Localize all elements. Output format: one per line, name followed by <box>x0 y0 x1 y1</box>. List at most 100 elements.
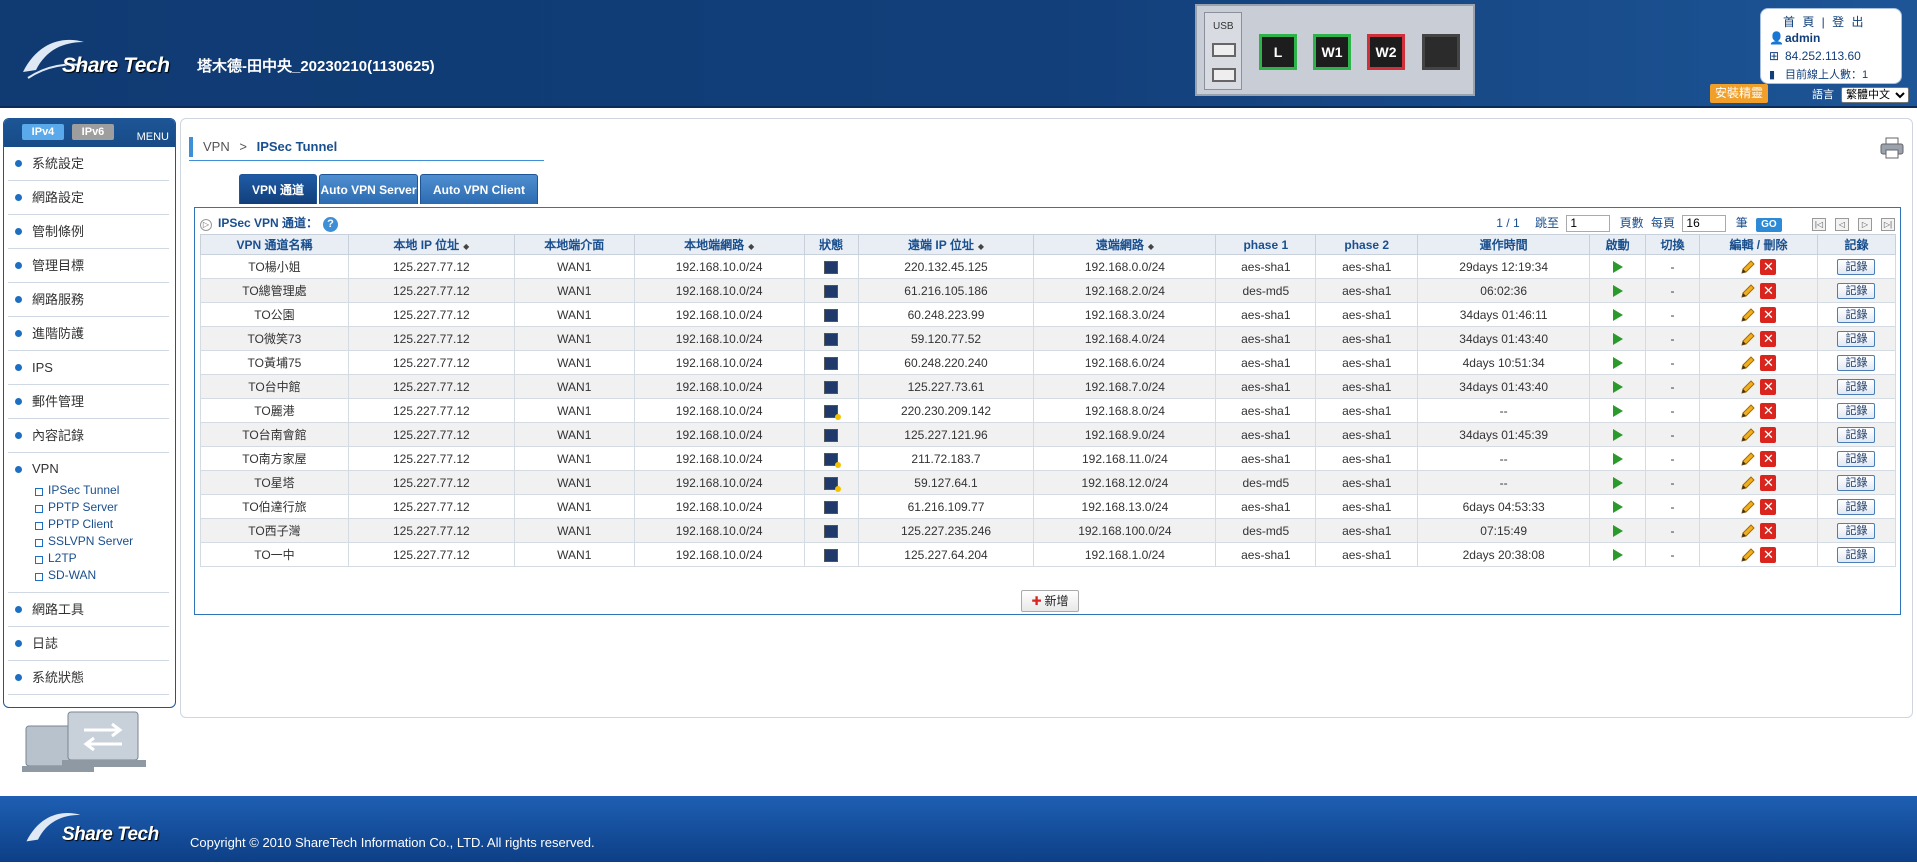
delete-icon[interactable]: ✕ <box>1760 258 1777 275</box>
sidebar-item-vpn[interactable]: VPN IPSec Tunnel PPTP Server PPTP Client… <box>8 453 169 593</box>
sidebar-item-content-log[interactable]: 內容記錄 <box>8 419 169 453</box>
print-icon[interactable] <box>1880 137 1904 159</box>
sidebar-item-network-tools[interactable]: 網路工具 <box>8 593 169 627</box>
delete-icon[interactable]: ✕ <box>1760 522 1777 539</box>
log-button[interactable]: 記錄 <box>1837 522 1876 539</box>
delete-icon[interactable]: ✕ <box>1760 546 1777 563</box>
col-local-interface[interactable]: 本地端介面 <box>513 234 635 255</box>
delete-icon[interactable]: ✕ <box>1760 306 1777 323</box>
start-play-icon[interactable] <box>1612 381 1623 394</box>
edit-pencil-icon[interactable] <box>1740 475 1756 491</box>
delete-icon[interactable]: ✕ <box>1760 402 1777 419</box>
sidebar-item-logs[interactable]: 日誌 <box>8 627 169 661</box>
sort-icon[interactable]: ◆ <box>978 242 984 251</box>
delete-icon[interactable]: ✕ <box>1760 498 1777 515</box>
sharetech-logo[interactable]: Share Tech <box>18 32 178 84</box>
start-play-icon[interactable] <box>1612 405 1623 418</box>
col-remote-ip[interactable]: 遠端 IP 位址 ◆ <box>857 234 1035 255</box>
start-play-icon[interactable] <box>1612 525 1623 538</box>
language-select[interactable]: 繁體中文 <box>1841 87 1910 103</box>
sidebar-item-ips[interactable]: IPS <box>8 351 169 385</box>
sidebar-item-mail[interactable]: 郵件管理 <box>8 385 169 419</box>
log-button[interactable]: 記錄 <box>1837 402 1876 419</box>
sidebar-item-system-status[interactable]: 系統狀態 <box>8 661 169 695</box>
delete-icon[interactable]: ✕ <box>1760 450 1777 467</box>
sort-icon[interactable]: ◆ <box>1148 242 1154 251</box>
start-play-icon[interactable] <box>1612 453 1623 466</box>
sidebar-item-services[interactable]: 網路服務 <box>8 283 169 317</box>
submenu-pptp-client[interactable]: PPTP Client <box>32 516 169 533</box>
delete-icon[interactable]: ✕ <box>1760 282 1777 299</box>
sidebar-item-advanced-protection[interactable]: 進階防護 <box>8 317 169 351</box>
edit-pencil-icon[interactable] <box>1740 307 1756 323</box>
start-play-icon[interactable] <box>1612 261 1623 274</box>
edit-pencil-icon[interactable] <box>1740 499 1756 515</box>
first-page-icon[interactable]: |◁ <box>1812 218 1826 231</box>
ipv6-tab[interactable]: IPv6 <box>72 124 114 140</box>
submenu-sd-wan[interactable]: SD-WAN <box>32 567 169 584</box>
log-button[interactable]: 記錄 <box>1837 546 1876 563</box>
submenu-ipsec-tunnel[interactable]: IPSec Tunnel <box>32 482 169 499</box>
log-button[interactable]: 記錄 <box>1837 450 1876 467</box>
submenu-pptp-server[interactable]: PPTP Server <box>32 499 169 516</box>
edit-pencil-icon[interactable] <box>1740 451 1756 467</box>
start-play-icon[interactable] <box>1612 357 1623 370</box>
log-button[interactable]: 記錄 <box>1837 258 1876 275</box>
breadcrumb-parent[interactable]: VPN <box>203 139 230 154</box>
col-remote-network[interactable]: 遠端網路 ◆ <box>1033 234 1217 255</box>
submenu-sslvpn-server[interactable]: SSLVPN Server <box>32 533 169 550</box>
edit-pencil-icon[interactable] <box>1740 379 1756 395</box>
submenu-l2tp[interactable]: L2TP <box>32 550 169 567</box>
log-button[interactable]: 記錄 <box>1837 378 1876 395</box>
edit-pencil-icon[interactable] <box>1740 427 1756 443</box>
edit-pencil-icon[interactable] <box>1740 523 1756 539</box>
sort-icon[interactable]: ◆ <box>748 242 754 251</box>
edit-pencil-icon[interactable] <box>1740 259 1756 275</box>
help-icon[interactable]: ? <box>323 217 339 232</box>
sidebar-item-vpn-label[interactable]: VPN <box>32 461 59 476</box>
prev-page-icon[interactable]: ◁ <box>1835 218 1849 231</box>
delete-icon[interactable]: ✕ <box>1760 330 1777 347</box>
log-button[interactable]: 記錄 <box>1837 306 1876 323</box>
start-play-icon[interactable] <box>1612 309 1623 322</box>
collapse-arrow-icon[interactable]: ▷ <box>200 219 212 231</box>
edit-pencil-icon[interactable] <box>1740 283 1756 299</box>
delete-icon[interactable]: ✕ <box>1760 378 1777 395</box>
log-button[interactable]: 記錄 <box>1837 354 1876 371</box>
edit-pencil-icon[interactable] <box>1740 331 1756 347</box>
edit-pencil-icon[interactable] <box>1740 547 1756 563</box>
sidebar-item-policy[interactable]: 管制條例 <box>8 215 169 249</box>
log-button[interactable]: 記錄 <box>1837 474 1876 491</box>
edit-pencil-icon[interactable] <box>1740 355 1756 371</box>
log-button[interactable]: 記錄 <box>1837 426 1876 443</box>
start-play-icon[interactable] <box>1612 549 1623 562</box>
start-play-icon[interactable] <box>1612 285 1623 298</box>
log-button[interactable]: 記錄 <box>1837 282 1876 299</box>
start-play-icon[interactable] <box>1612 477 1623 490</box>
delete-icon[interactable]: ✕ <box>1760 426 1777 443</box>
jump-page-input[interactable] <box>1566 214 1611 232</box>
sidebar-item-network-settings[interactable]: 網路設定 <box>8 181 169 215</box>
install-wizard-button[interactable]: 安裝精靈 <box>1710 84 1768 103</box>
tab-vpn-tunnel[interactable]: VPN 通道 <box>239 174 317 204</box>
col-local-network[interactable]: 本地端網路 ◆ <box>633 234 805 255</box>
sort-icon[interactable]: ◆ <box>463 242 469 251</box>
add-button[interactable]: ✚ 新增 <box>1021 590 1079 612</box>
per-page-input[interactable] <box>1682 214 1727 232</box>
edit-pencil-icon[interactable] <box>1740 403 1756 419</box>
col-local-ip[interactable]: 本地 IP 位址 ◆ <box>347 234 515 255</box>
sidebar-item-system-settings[interactable]: 系統設定 <box>8 147 169 181</box>
next-page-icon[interactable]: ▷ <box>1858 218 1872 231</box>
log-button[interactable]: 記錄 <box>1837 330 1876 347</box>
last-page-icon[interactable]: ▷| <box>1881 218 1895 231</box>
home-logout-links[interactable]: 首 頁 | 登 出 <box>1783 13 1865 30</box>
sidebar-item-objects[interactable]: 管理目標 <box>8 249 169 283</box>
delete-icon[interactable]: ✕ <box>1760 474 1777 491</box>
start-play-icon[interactable] <box>1612 501 1623 514</box>
start-play-icon[interactable] <box>1612 333 1623 346</box>
log-button[interactable]: 記錄 <box>1837 498 1876 515</box>
col-name[interactable]: VPN 通道名稱 <box>200 234 349 255</box>
ipv4-tab[interactable]: IPv4 <box>22 124 64 140</box>
tab-auto-vpn-server[interactable]: Auto VPN Server <box>319 174 418 204</box>
tab-auto-vpn-client[interactable]: Auto VPN Client <box>420 174 538 204</box>
